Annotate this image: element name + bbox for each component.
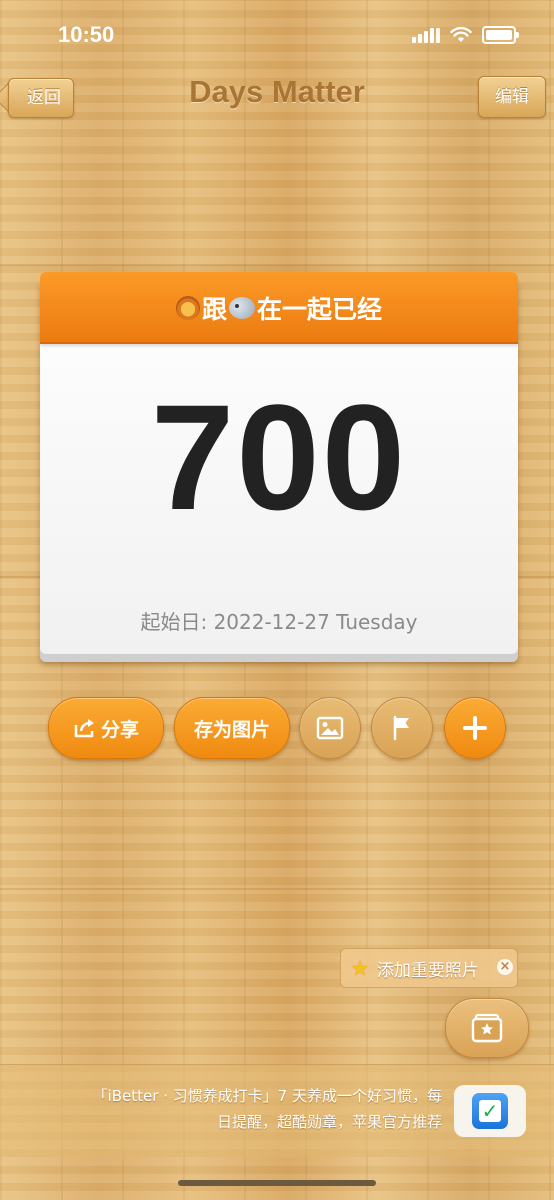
ad-app-icon[interactable]: ✓ [454, 1085, 526, 1137]
ad-banner[interactable]: 「iBetter · 习惯养成打卡」7 天养成一个好习惯，每 日提醒，超酷勋章，… [0, 1064, 554, 1157]
battery-icon [482, 26, 519, 44]
home-indicator[interactable] [178, 1180, 376, 1186]
share-button[interactable]: 分享 [48, 697, 164, 759]
flag-button[interactable] [371, 697, 433, 759]
checkmark-icon: ✓ [479, 1099, 501, 1123]
lion-emoji-icon [175, 296, 200, 320]
star-icon: ★ [351, 956, 369, 980]
wifi-icon [450, 27, 472, 42]
tip-label: 添加重要照片 [376, 960, 479, 981]
day-count: 700 [150, 373, 408, 541]
ad-text: 「iBetter · 习惯养成打卡」7 天养成一个好习惯，每 日提醒，超酷勋章，… [22, 1083, 442, 1135]
save-as-image-button[interactable]: 存为图片 [174, 697, 290, 759]
bird-emoji-icon [229, 297, 255, 319]
add-photo-tip[interactable]: ★ 添加重要照片 × [340, 948, 518, 988]
photo-album-icon [471, 1013, 503, 1043]
card-title-part1: 跟 [201, 295, 227, 324]
page-title: Days Matter [189, 74, 365, 109]
cellular-signal-icon [412, 27, 440, 43]
add-button[interactable] [444, 697, 506, 759]
edit-button[interactable]: 编辑 [478, 76, 546, 118]
flag-icon [393, 715, 409, 741]
background-photo-button[interactable] [299, 697, 361, 759]
close-icon[interactable]: × [497, 959, 513, 975]
status-bar: 10:50 [0, 0, 554, 70]
start-date: 起始日: 2022-12-27 Tuesday [140, 610, 418, 634]
day-card: 跟 在一起已经 700 起始日: 2022-12-27 Tuesday [40, 272, 518, 662]
status-icons [412, 26, 519, 44]
important-photos-button[interactable] [445, 998, 529, 1058]
card-title-part2: 在一起已经 [257, 295, 383, 324]
ad-text-line2: 日提醒，超酷勋章，苹果官方推荐 [216, 1113, 442, 1131]
share-label: 分享 [100, 718, 139, 741]
ad-text-line1: 「iBetter · 习惯养成打卡」7 天养成一个好习惯，每 [92, 1087, 442, 1105]
status-time: 10:50 [58, 22, 115, 47]
share-icon [74, 719, 94, 738]
plus-icon [463, 716, 487, 740]
checklist-icon: ✓ [472, 1093, 508, 1129]
photo-background-icon [316, 716, 344, 740]
save-as-image-label: 存为图片 [193, 718, 270, 741]
card-header: 跟 在一起已经 [40, 272, 518, 344]
card-body: 跟 在一起已经 700 起始日: 2022-12-27 Tuesday [40, 272, 518, 654]
